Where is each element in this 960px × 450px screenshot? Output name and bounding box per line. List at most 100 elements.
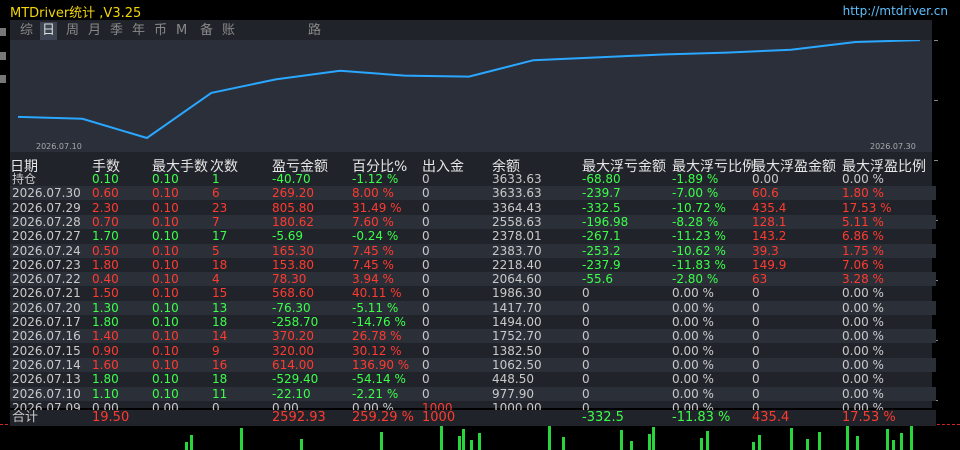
cell-count: 11	[212, 386, 228, 401]
cell-pnl: 805.80	[272, 200, 314, 215]
tab-1[interactable]: 日	[40, 22, 58, 40]
cell-count: 1	[212, 172, 220, 186]
cell-lots: 0.50	[92, 243, 119, 258]
summary-max-float-loss-pct: -11.83 %	[672, 410, 731, 425]
row-date: 2026.07.13	[12, 372, 81, 387]
cell-lots: 1.60	[92, 357, 119, 372]
cell-bal: 2383.70	[492, 243, 542, 258]
cell-mflp: 0.00 %	[672, 286, 714, 301]
tab-9[interactable]: 账户	[220, 22, 237, 56]
cell-mfp: 0	[752, 386, 760, 401]
cell-pnl: 153.80	[272, 257, 314, 272]
summary-row: 合计 19.50 2592.93 259.29 % 1000 -332.5 -1…	[10, 410, 936, 426]
cell-mfpp: 0.00 %	[842, 286, 884, 301]
cell-mflp: -11.23 %	[672, 229, 726, 244]
cell-bal: 2378.01	[492, 229, 542, 244]
cell-mfp: 0	[752, 357, 760, 372]
table-row: 2026.07.27 1.70 0.10 17 -5.69 -0.24 % 0 2378.01…	[10, 229, 936, 243]
cell-io: 0	[422, 315, 430, 329]
price-bar	[620, 430, 623, 450]
row-date: 2026.07.15	[12, 343, 81, 358]
price-bar	[892, 440, 895, 450]
cell-mfp: 0	[752, 372, 760, 387]
price-bar	[240, 428, 243, 450]
tab-3[interactable]: 月	[86, 22, 103, 40]
cell-mfl: 0	[582, 386, 590, 401]
table-row: 2026.07.24 0.50 0.10 5 165.30 7.45 % 0 2383.70 -…	[10, 243, 936, 258]
price-bar	[652, 427, 655, 450]
cell-io: 0	[422, 329, 430, 344]
cell-io: 0	[422, 257, 430, 272]
cell-mfl: -68.80	[582, 172, 621, 186]
tab-2[interactable]: 周	[64, 22, 81, 40]
cell-lots: 0.40	[92, 272, 119, 287]
summary-max-float-profit-pct: 17.53 %	[842, 410, 896, 425]
price-axis	[932, 20, 960, 420]
summary-label: 合计	[12, 410, 39, 425]
cell-count: 18	[212, 315, 228, 329]
price-bar	[886, 429, 889, 450]
cell-mfpp: 0.00 %	[842, 315, 884, 329]
cell-mfp: 0	[752, 315, 760, 329]
cell-mfp: 435.4	[752, 200, 787, 215]
table-row: 2026.07.10 1.10 0.10 11 -22.10 -2.21 % 0 977.90…	[10, 386, 936, 401]
cell-pnl: -76.30	[272, 300, 311, 315]
cell-lots: 0.90	[92, 343, 119, 358]
website-link[interactable]: http://mtdriver.cn	[843, 4, 948, 18]
cell-mflp: -11.83 %	[672, 257, 726, 272]
cell-pct: -2.21 %	[352, 386, 399, 401]
summary-pnl: 2592.93	[272, 410, 326, 425]
row-date: 2026.07.22	[12, 272, 81, 287]
cell-mflp: 0.00 %	[672, 329, 714, 344]
title-bar: MTDriver统计 ,V3.25 http://mtdriver.cn	[0, 0, 960, 22]
cell-io: 0	[422, 229, 430, 244]
cell-pct: 7.60 %	[352, 214, 394, 229]
table-row: 2026.07.23 1.80 0.10 18 153.80 7.45 % 0 2218.40…	[10, 258, 936, 272]
cell-maxlots: 0.10	[152, 186, 179, 201]
cell-mfp: 39.3	[752, 243, 779, 258]
cell-bal: 1062.50	[492, 357, 542, 372]
cell-count: 9	[212, 343, 220, 358]
cell-bal: 2558.63	[492, 214, 542, 229]
summary-max-float-profit: 435.4	[752, 410, 790, 425]
price-bar	[758, 435, 761, 450]
cell-mfp: 143.2	[752, 229, 787, 244]
tab-5[interactable]: 年	[130, 22, 147, 40]
price-bar	[630, 441, 633, 450]
price-bar	[910, 426, 913, 450]
cell-mflp: 0.00 %	[672, 300, 714, 315]
price-bar	[470, 440, 473, 450]
cell-maxlots: 0.10	[152, 357, 179, 372]
tab-8[interactable]: 备	[198, 22, 215, 40]
cell-pct: 136.90 %	[352, 357, 410, 372]
cell-mfpp: 6.86 %	[842, 229, 884, 244]
cell-mfp: 0	[752, 343, 760, 358]
cell-pnl: -529.40	[272, 372, 319, 387]
cell-lots: 1.80	[92, 315, 119, 329]
cell-maxlots: 0.10	[152, 172, 179, 186]
row-date: 2026.07.14	[12, 357, 81, 372]
cell-mfl: -267.1	[582, 229, 621, 244]
price-bar	[806, 439, 809, 450]
cell-lots: 1.30	[92, 300, 119, 315]
price-bar	[752, 442, 755, 450]
cell-bal: 1417.70	[492, 300, 542, 315]
cell-pct: 31.49 %	[352, 200, 402, 215]
cell-mfl: -239.7	[582, 186, 621, 201]
tab-10[interactable]: 路径	[306, 22, 323, 56]
cell-pnl: 320.00	[272, 343, 314, 358]
tab-7[interactable]: M	[174, 22, 189, 40]
tab-4[interactable]: 季	[108, 22, 125, 40]
cell-lots: 1.10	[92, 386, 119, 401]
cell-mfl: -332.5	[582, 200, 621, 215]
cell-mfpp: 0.00 %	[842, 329, 884, 344]
cell-mfl: 0	[582, 343, 590, 358]
tab-0[interactable]: 综	[18, 22, 35, 40]
cell-mfl: 0	[582, 286, 590, 301]
cell-lots: 0.10	[92, 172, 119, 186]
cell-count: 23	[212, 200, 228, 215]
price-bar	[462, 429, 465, 450]
tab-6[interactable]: 币	[152, 22, 169, 40]
cell-mfp: 63	[752, 272, 768, 287]
cell-mfpp: 0.00 %	[842, 343, 884, 358]
